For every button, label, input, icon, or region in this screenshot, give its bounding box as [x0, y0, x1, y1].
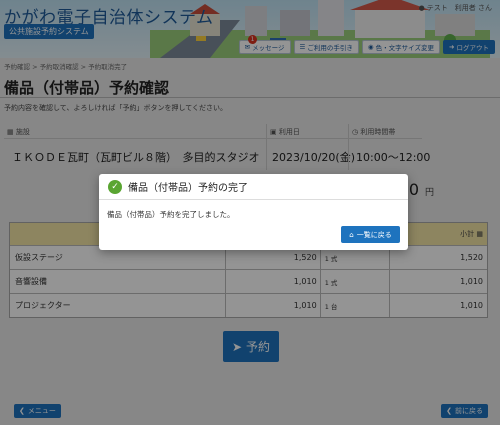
completion-dialog: ✓ 備品（付帯品）予約の完了 備品（付帯品）予約を完了しました。 ⌂ 一覧に戻る [99, 174, 408, 250]
check-circle-icon: ✓ [108, 179, 122, 194]
return-to-list-button[interactable]: ⌂ 一覧に戻る [341, 226, 400, 243]
home-icon: ⌂ [349, 230, 354, 239]
dialog-body: 備品（付帯品）予約を完了しました。 ⌂ 一覧に戻る [99, 200, 408, 250]
dialog-header: ✓ 備品（付帯品）予約の完了 [99, 174, 408, 200]
dialog-message: 備品（付帯品）予約を完了しました。 [107, 210, 235, 219]
dialog-title: 備品（付帯品）予約の完了 [128, 183, 248, 194]
